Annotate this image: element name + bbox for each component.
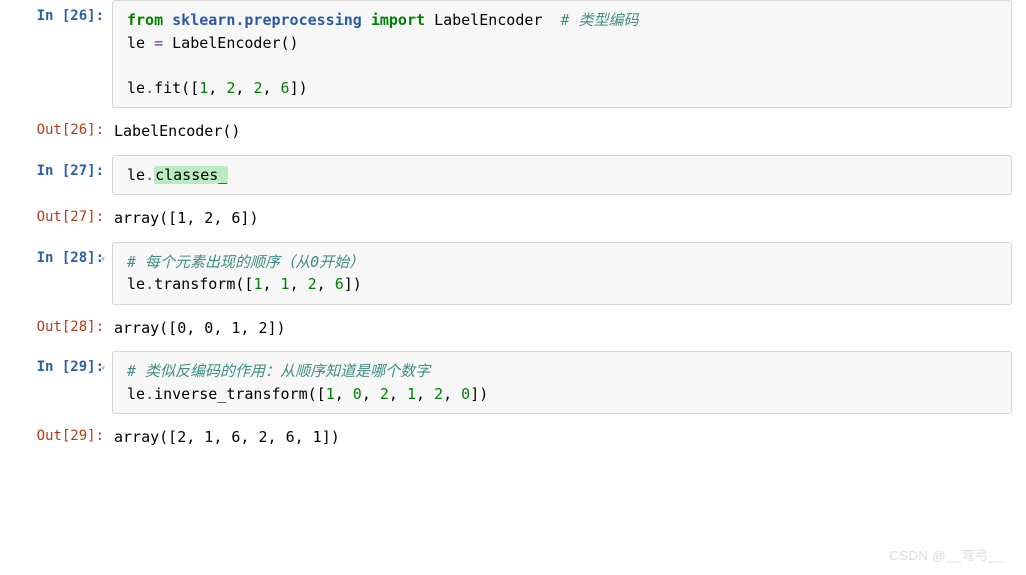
comma: ,: [262, 275, 280, 293]
output-body-28: array([0, 0, 1, 2]): [112, 311, 1026, 346]
code-content-27[interactable]: le.classes_: [112, 155, 1026, 196]
close-brackets: ]): [290, 79, 308, 97]
method-inverse-transform-open: inverse_transform([: [154, 385, 326, 403]
ctor-call: LabelEncoder(): [163, 34, 298, 52]
number-literal: 1: [281, 275, 290, 293]
imported-name: LabelEncoder: [434, 11, 542, 29]
comma: ,: [416, 385, 434, 403]
op-dot: .: [145, 166, 154, 184]
output-cell-26: Out[26]: LabelEncoder(): [0, 114, 1026, 149]
comma: ,: [235, 79, 253, 97]
comma: ,: [208, 79, 226, 97]
output-body-29: array([2, 1, 6, 2, 6, 1]): [112, 420, 1026, 455]
var-le: le: [127, 385, 145, 403]
in-prompt-26: In [26]:: [0, 0, 112, 108]
watermark-text: CSDN @__弯弓__: [889, 546, 1004, 566]
cell-collapser-icon[interactable]: ▾: [100, 361, 110, 371]
op-dot: .: [145, 275, 154, 293]
number-literal: 1: [407, 385, 416, 403]
module-path: sklearn.preprocessing: [172, 11, 362, 29]
output-cell-27: Out[27]: array([1, 2, 6]): [0, 201, 1026, 236]
code-body-29[interactable]: # 类似反编码的作用：从顺序知道是哪个数字 le.inverse_transfo…: [112, 351, 1012, 414]
close-brackets: ]): [344, 275, 362, 293]
out-prompt-27: Out[27]:: [0, 201, 112, 236]
number-literal: 6: [335, 275, 344, 293]
method-fit-open: fit([: [154, 79, 199, 97]
comma: ,: [290, 275, 308, 293]
comma: ,: [262, 79, 280, 97]
code-cell-29: In [29]: ▾ # 类似反编码的作用：从顺序知道是哪个数字 le.inve…: [0, 351, 1026, 414]
in-prompt-29: In [29]:: [0, 351, 112, 414]
comma: ,: [443, 385, 461, 403]
code-cell-28: In [28]: ▾ # 每个元素出现的顺序（从0开始） le.transfor…: [0, 242, 1026, 305]
var-le: le: [127, 79, 145, 97]
out-prompt-26: Out[26]:: [0, 114, 112, 149]
op-dot: .: [145, 385, 154, 403]
attr-classes: classes_: [154, 166, 228, 184]
code-content-26[interactable]: from sklearn.preprocessing import LabelE…: [112, 0, 1026, 108]
number-literal: 2: [434, 385, 443, 403]
number-literal: 1: [326, 385, 335, 403]
output-cell-28: Out[28]: array([0, 0, 1, 2]): [0, 311, 1026, 346]
comma: ,: [362, 385, 380, 403]
keyword-import: import: [371, 11, 425, 29]
comma: ,: [335, 385, 353, 403]
op-dot: .: [145, 79, 154, 97]
var-le: le: [127, 34, 154, 52]
method-transform-open: transform([: [154, 275, 253, 293]
comma: ,: [389, 385, 407, 403]
code-cell-26: In [26]: from sklearn.preprocessing impo…: [0, 0, 1026, 108]
comment-text: # 每个元素出现的顺序（从0开始）: [127, 253, 364, 271]
code-body-28[interactable]: # 每个元素出现的顺序（从0开始） le.transform([1, 1, 2,…: [112, 242, 1012, 305]
cell-collapser-icon[interactable]: ▾: [100, 252, 110, 262]
output-cell-29: Out[29]: array([2, 1, 6, 2, 6, 1]): [0, 420, 1026, 455]
var-le: le: [127, 166, 145, 184]
output-body-26: LabelEncoder(): [112, 114, 1026, 149]
code-content-29[interactable]: ▾ # 类似反编码的作用：从顺序知道是哪个数字 le.inverse_trans…: [112, 351, 1026, 414]
close-brackets: ]): [470, 385, 488, 403]
code-body-27[interactable]: le.classes_: [112, 155, 1012, 196]
op-assign: =: [154, 34, 163, 52]
comment-text: # 类似反编码的作用：从顺序知道是哪个数字: [127, 362, 430, 380]
comment-text: # 类型编码: [561, 11, 639, 29]
number-literal: 1: [199, 79, 208, 97]
number-literal: 2: [308, 275, 317, 293]
out-prompt-29: Out[29]:: [0, 420, 112, 455]
var-le: le: [127, 275, 145, 293]
in-prompt-28: In [28]:: [0, 242, 112, 305]
out-prompt-28: Out[28]:: [0, 311, 112, 346]
in-prompt-27: In [27]:: [0, 155, 112, 196]
code-body-26[interactable]: from sklearn.preprocessing import LabelE…: [112, 0, 1012, 108]
keyword-from: from: [127, 11, 163, 29]
number-literal: 2: [380, 385, 389, 403]
output-body-27: array([1, 2, 6]): [112, 201, 1026, 236]
code-content-28[interactable]: ▾ # 每个元素出现的顺序（从0开始） le.transform([1, 1, …: [112, 242, 1026, 305]
number-literal: 6: [281, 79, 290, 97]
comma: ,: [317, 275, 335, 293]
code-cell-27: In [27]: le.classes_: [0, 155, 1026, 196]
number-literal: 0: [353, 385, 362, 403]
number-literal: 0: [461, 385, 470, 403]
